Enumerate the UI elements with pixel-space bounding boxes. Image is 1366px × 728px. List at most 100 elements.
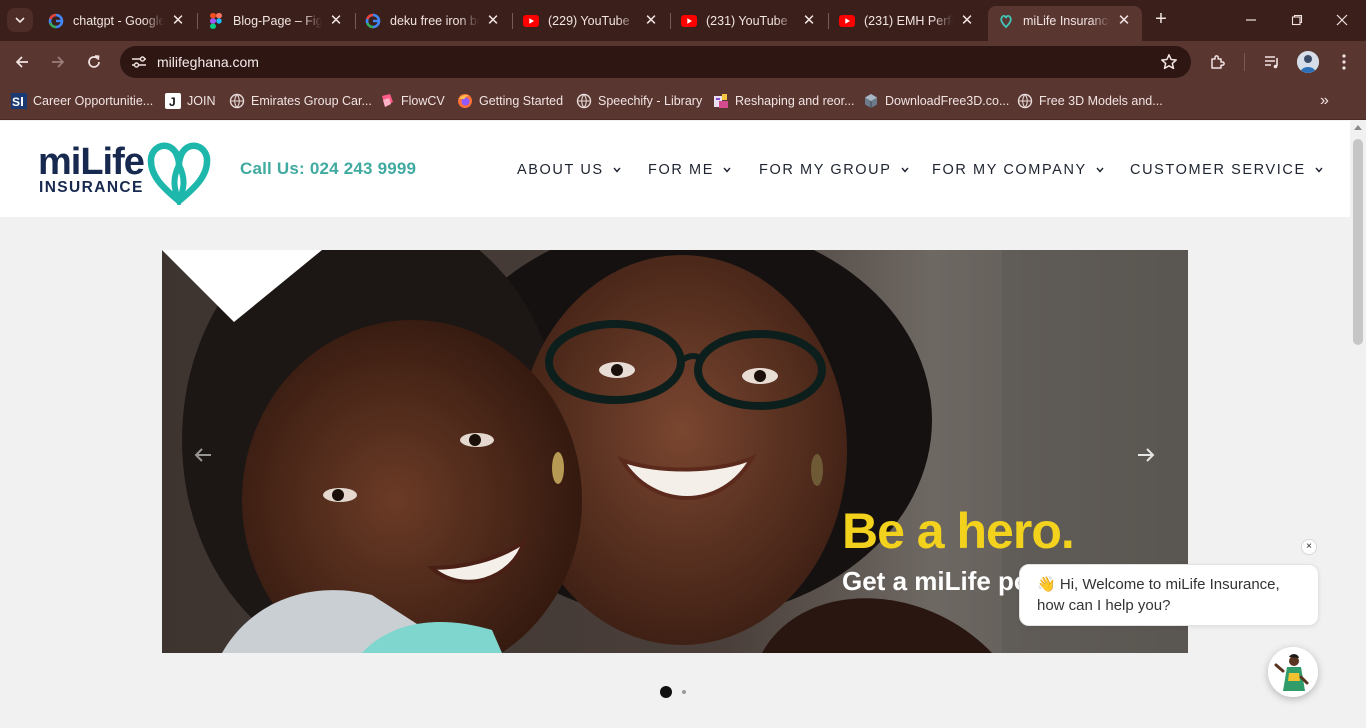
browser-menu-button[interactable] <box>1333 51 1355 73</box>
bookmark-free3d[interactable]: Free 3D Models and... <box>1017 92 1163 110</box>
close-icon[interactable]: ✕ <box>801 12 817 29</box>
bookmark-career[interactable]: S Career Opportunitie... <box>11 92 153 110</box>
tab-chatgpt-google[interactable]: chatgpt - Google ✕ <box>38 6 196 35</box>
logo-subtitle: INSURANCE <box>39 179 144 196</box>
nav-for-me[interactable]: FOR ME <box>648 161 732 179</box>
bookmark-getting-started[interactable]: Getting Started <box>457 92 563 110</box>
site-header: miLife INSURANCE Call Us: 024 243 9999 A… <box>0 121 1350 217</box>
reload-button[interactable] <box>82 50 106 74</box>
close-icon[interactable]: ✕ <box>959 12 975 29</box>
globe-icon <box>229 93 245 109</box>
slider-prev-button[interactable] <box>190 442 216 468</box>
queue-music-icon <box>1265 56 1278 69</box>
youtube-icon <box>681 13 697 29</box>
hero-corner-notch <box>162 250 322 322</box>
puzzle-icon <box>1211 55 1225 69</box>
tab-deku-google[interactable]: deku free iron bu ✕ <box>355 6 511 35</box>
restore-button[interactable] <box>1277 8 1317 32</box>
bookmark-downloadfree3d[interactable]: DownloadFree3D.co... <box>863 92 1009 110</box>
bookmark-label: Reshaping and reor... <box>735 94 855 108</box>
close-icon[interactable]: ✕ <box>1116 12 1132 29</box>
tab-title: deku free iron bu <box>390 13 479 28</box>
slider-pagination <box>660 686 686 698</box>
arrow-right-icon <box>1138 448 1155 462</box>
bookmark-label: FlowCV <box>401 94 445 108</box>
bookmark-label: Speechify - Library <box>598 94 703 108</box>
nav-for-my-company[interactable]: FOR MY COMPANY <box>932 161 1105 179</box>
scrollbar-thumb[interactable] <box>1353 139 1363 345</box>
window-close-button[interactable] <box>1322 8 1362 32</box>
figma-icon <box>208 12 224 29</box>
chat-greeting-line-1: Hi, Welcome to miLife Insurance, <box>1059 576 1280 593</box>
back-button[interactable] <box>10 50 34 74</box>
nav-customer-service[interactable]: CUSTOMER SERVICE <box>1130 161 1324 179</box>
hero-headline: Be a hero. <box>842 503 1075 559</box>
tab-youtube-229[interactable]: (229) YouTube ✕ <box>513 6 669 35</box>
nav-label: FOR ME <box>648 162 714 178</box>
new-tab-button[interactable]: + <box>1150 9 1172 31</box>
minimize-button[interactable] <box>1231 8 1271 32</box>
minimize-icon <box>1246 19 1256 21</box>
chevron-down-icon <box>1314 165 1324 175</box>
bookmark-join[interactable]: J JOIN <box>165 92 215 110</box>
tab-title: (231) EMH Perfe <box>864 13 953 28</box>
tab-title: chatgpt - Google <box>73 13 164 28</box>
bookmark-label: Free 3D Models and... <box>1039 94 1163 108</box>
scroll-up-arrow-icon[interactable] <box>1354 125 1362 130</box>
waving-hand-icon: 👋 <box>1037 576 1056 593</box>
bookmarks-overflow-button[interactable]: » <box>1320 92 1329 110</box>
media-controls-button[interactable] <box>1261 51 1283 73</box>
close-icon[interactable]: ✕ <box>170 12 186 29</box>
profile-avatar[interactable] <box>1297 51 1319 73</box>
nav-label: FOR MY GROUP <box>759 162 892 178</box>
tab-figma[interactable]: Blog-Page – Figma ✕ <box>198 6 354 35</box>
nav-about-us[interactable]: ABOUT US <box>517 161 622 179</box>
firefox-icon <box>457 93 473 109</box>
close-icon[interactable]: ✕ <box>328 12 344 29</box>
bookmark-star-button[interactable] <box>1159 52 1179 72</box>
call-us-phone[interactable]: Call Us: 024 243 9999 <box>240 159 416 179</box>
chat-launcher-button[interactable] <box>1268 647 1318 697</box>
star-icon <box>1161 54 1177 70</box>
nav-label: ABOUT US <box>517 162 604 178</box>
close-icon[interactable]: ✕ <box>485 12 501 29</box>
bookmark-flowcv[interactable]: FlowCV <box>379 92 445 110</box>
bookmark-label: Emirates Group Car... <box>251 94 372 108</box>
chevron-down-icon <box>1095 165 1105 175</box>
bookmark-label: DownloadFree3D.co... <box>885 94 1010 108</box>
tab-milife-active[interactable]: miLife Insurance ✕ <box>988 6 1142 41</box>
bookmark-emirates[interactable]: Emirates Group Car... <box>229 92 372 110</box>
tab-title: Blog-Page – Figma <box>233 13 322 28</box>
chat-greeting-bubble[interactable]: 👋 Hi, Welcome to miLife Insurance, how c… <box>1019 564 1319 626</box>
tab-youtube-231[interactable]: (231) YouTube ✕ <box>671 6 827 35</box>
tab-youtube-emh[interactable]: (231) EMH Perfe ✕ <box>829 6 985 35</box>
address-bar[interactable]: milifeghana.com <box>120 46 1191 78</box>
site-info-icon[interactable] <box>128 51 150 73</box>
page-scrollbar[interactable] <box>1350 121 1366 728</box>
close-icon[interactable]: ✕ <box>643 12 659 29</box>
browser-tab-strip: chatgpt - Google ✕ Blog-Page – Figma ✕ d… <box>0 0 1366 41</box>
close-icon <box>1336 14 1348 26</box>
bookmark-label: JOIN <box>187 94 216 108</box>
tab-title: (231) YouTube <box>706 13 788 28</box>
kebab-menu-icon <box>1342 54 1346 70</box>
chat-agent-avatar-icon <box>1268 647 1318 697</box>
slide-dot-active[interactable] <box>660 686 672 698</box>
chat-dismiss-button[interactable]: × <box>1301 539 1317 555</box>
tab-title: miLife Insurance <box>1023 13 1110 28</box>
extensions-button[interactable] <box>1207 51 1229 73</box>
download3d-icon <box>863 93 879 109</box>
bookmark-reshaping[interactable]: Reshaping and reor... <box>713 92 855 110</box>
bookmarks-bar: S Career Opportunitie... J JOIN Emirates… <box>0 82 1366 120</box>
globe-icon <box>576 93 592 109</box>
forward-button[interactable] <box>46 50 70 74</box>
milife-heart-logo-icon <box>147 142 211 205</box>
nav-for-my-group[interactable]: FOR MY GROUP <box>759 161 910 179</box>
slide-dot[interactable] <box>682 690 686 694</box>
slider-next-button[interactable] <box>1133 442 1159 468</box>
tab-search-button[interactable] <box>7 8 33 32</box>
flowcv-icon <box>379 93 395 109</box>
bookmark-speechify[interactable]: Speechify - Library <box>576 92 702 110</box>
svg-text:J: J <box>169 95 176 109</box>
url-text[interactable]: milifeghana.com <box>157 54 259 70</box>
